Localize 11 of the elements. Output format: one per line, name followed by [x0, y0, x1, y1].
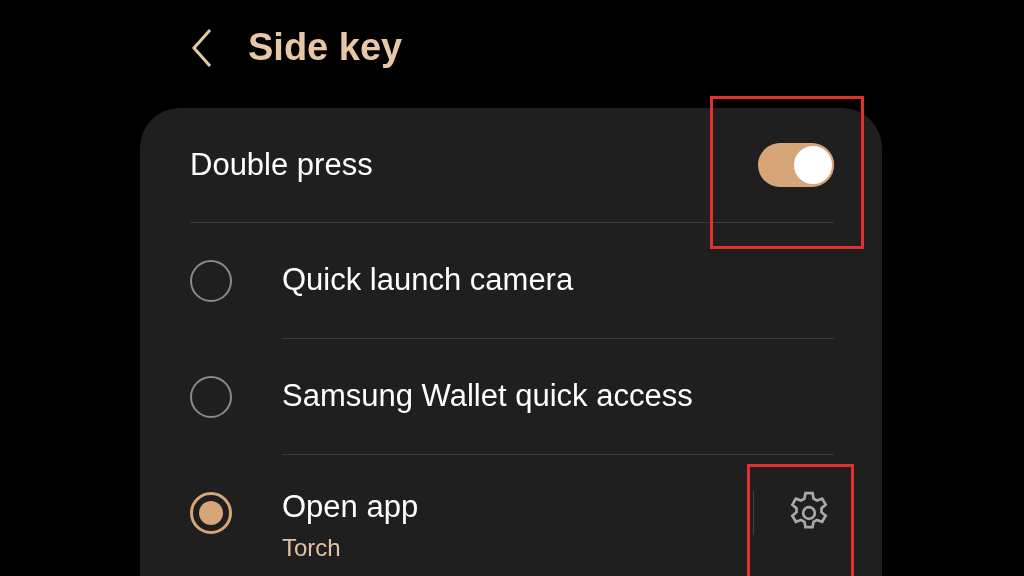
- radio-button[interactable]: [190, 492, 232, 534]
- radio-button[interactable]: [190, 260, 232, 302]
- toggle-switch[interactable]: [758, 143, 834, 187]
- radio-button[interactable]: [190, 376, 232, 418]
- option-label: Samsung Wallet quick access: [282, 377, 694, 416]
- back-icon[interactable]: [190, 28, 214, 68]
- option-subtitle: Torch: [282, 533, 342, 564]
- option-label: Open app: [282, 487, 420, 526]
- page-title: Side key: [248, 25, 403, 71]
- setting-label: Double press: [190, 145, 373, 184]
- option-label: Quick launch camera: [282, 261, 575, 300]
